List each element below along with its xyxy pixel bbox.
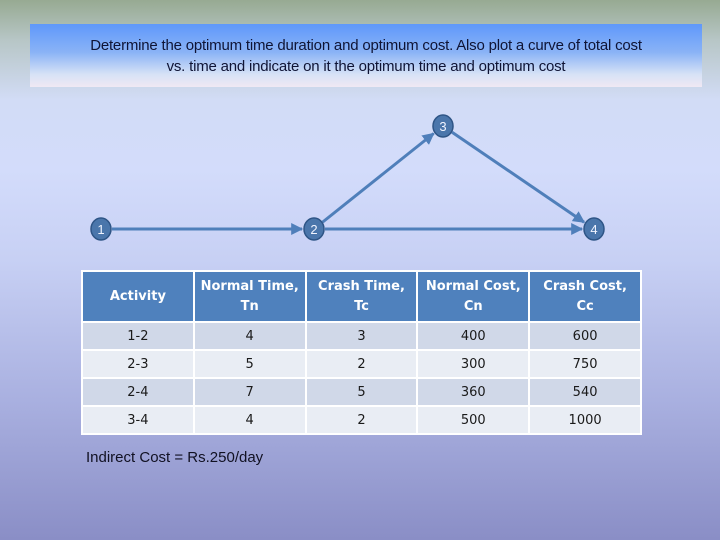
- cell-normal-time: 4: [192, 405, 307, 435]
- table-row: 2-3 5 2 300 750: [81, 349, 642, 379]
- cell-crash-time: 3: [304, 321, 419, 351]
- cell-normal-time: 7: [192, 377, 307, 407]
- cell-activity: 1-2: [81, 321, 195, 351]
- cell-normal-cost: 300: [416, 349, 531, 379]
- cell-activity: 2-4: [81, 377, 195, 407]
- indirect-cost-note: Indirect Cost = Rs.250/day: [86, 449, 264, 466]
- cell-crash-time: 2: [304, 405, 419, 435]
- node-4: 4: [583, 217, 605, 241]
- cell-normal-cost: 400: [416, 321, 531, 351]
- table-row: 1-2 4 3 400 600: [81, 321, 642, 351]
- cell-crash-cost: 600: [528, 321, 642, 351]
- table-row: 2-4 7 5 360 540: [81, 377, 642, 407]
- header-crash-cost: Crash Cost, Cc: [528, 270, 642, 323]
- activity-network-diagram: 1 2 3 4: [90, 114, 605, 241]
- cell-activity: 2-3: [81, 349, 195, 379]
- cell-normal-cost: 500: [416, 405, 531, 435]
- header-normal-time: Normal Time, Tn: [192, 270, 307, 323]
- node-label: 1: [97, 222, 104, 237]
- node-label: 4: [590, 222, 597, 237]
- activity-table: Activity Normal Time, Tn Crash Time, Tc …: [81, 270, 642, 435]
- cell-normal-cost: 360: [416, 377, 531, 407]
- table-header-row: Activity Normal Time, Tn Crash Time, Tc …: [81, 270, 642, 323]
- cell-crash-cost: 750: [528, 349, 642, 379]
- cell-normal-time: 4: [192, 321, 307, 351]
- cell-crash-cost: 540: [528, 377, 642, 407]
- cell-crash-cost: 1000: [528, 405, 642, 435]
- node-label: 2: [310, 222, 317, 237]
- cell-activity: 3-4: [81, 405, 195, 435]
- cell-normal-time: 5: [192, 349, 307, 379]
- header-activity: Activity: [81, 270, 195, 323]
- node-label: 3: [439, 119, 446, 134]
- arrow-2-3: [321, 132, 435, 224]
- node-3: 3: [432, 114, 454, 138]
- header-normal-cost: Normal Cost, Cn: [416, 270, 531, 323]
- node-1: 1: [90, 217, 112, 241]
- node-2: 2: [303, 217, 325, 241]
- header-crash-time: Crash Time, Tc: [304, 270, 419, 323]
- arrow-3-4: [451, 130, 586, 224]
- cell-crash-time: 5: [304, 377, 419, 407]
- cell-crash-time: 2: [304, 349, 419, 379]
- table-row: 3-4 4 2 500 1000: [81, 405, 642, 435]
